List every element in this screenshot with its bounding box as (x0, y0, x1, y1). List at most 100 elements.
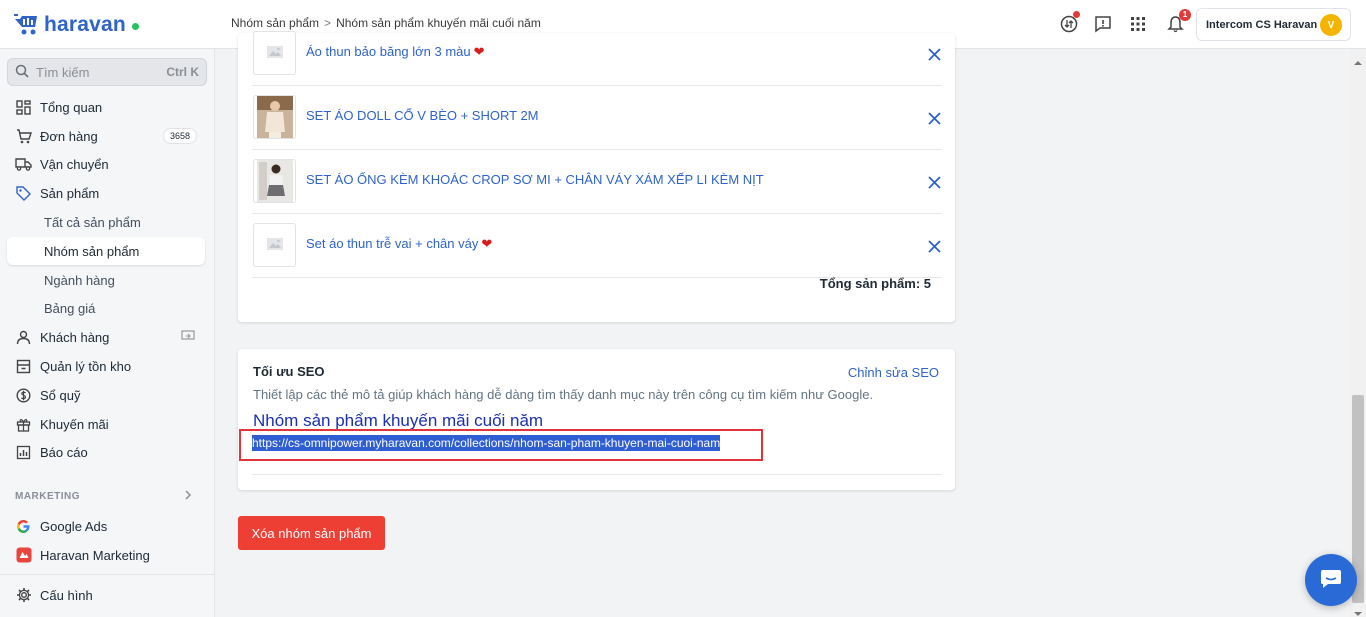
sidebar-item-label: Khách hàng (40, 329, 110, 345)
sidebar-item-all-products[interactable]: Tất cả sản phẩm (7, 208, 205, 236)
sidebar-item-label: Google Ads (40, 518, 108, 534)
logo-text: haravan (44, 13, 126, 36)
remove-product-icon[interactable] (926, 174, 942, 190)
scroll-down-icon[interactable] (1354, 604, 1362, 617)
sidebar-item-label: Ngành hàng (44, 272, 115, 288)
sidebar-divider (0, 574, 215, 575)
seo-divider (252, 474, 942, 475)
haravan-logo-icon (13, 13, 41, 37)
product-thumbnail (253, 223, 296, 267)
inventory-icon (15, 358, 32, 375)
sidebar-item-products[interactable]: Sản phẩm (7, 179, 205, 207)
chevron-right-icon[interactable] (184, 489, 192, 504)
product-name-link[interactable]: Áo thun bảo băng lớn 3 màu ❤ (306, 44, 485, 60)
cashbook-icon (15, 387, 32, 404)
sidebar-item-label: Đơn hàng (40, 128, 98, 144)
dashboard-icon (15, 99, 32, 116)
sidebar-item-label: Bảng giá (44, 300, 96, 316)
customer-extension-icon[interactable] (181, 330, 195, 345)
seo-preview-url[interactable]: https://cs-omnipower.myharavan.com/colle… (252, 435, 721, 451)
seo-preview-title: Nhóm sản phẩm khuyến mãi cuối năm (253, 411, 544, 430)
sidebar-item-settings[interactable]: Cấu hình (7, 581, 205, 609)
sidebar-item-label: Báo cáo (40, 444, 88, 460)
heart-emoji: ❤ (473, 44, 485, 59)
table-row[interactable]: SET ÁO ỐNG KÈM KHOÁC CROP SƠ MI + CHÂN V… (252, 150, 942, 214)
product-thumbnail (253, 95, 296, 139)
online-status-dot (131, 23, 139, 30)
seo-section-title: Tối ưu SEO (253, 364, 325, 379)
remove-product-icon[interactable] (926, 46, 942, 62)
delete-group-button[interactable]: Xóa nhóm sản phẩm (238, 516, 385, 550)
product-photo (256, 96, 293, 138)
table-row[interactable]: Set áo thun trễ vai + chân váy ❤ (252, 214, 942, 278)
sidebar-item-label: Khuyến mãi (40, 416, 109, 432)
search-icon (15, 64, 29, 81)
sidebar-item-label: Sổ quỹ (40, 387, 81, 403)
search-input[interactable]: Tìm kiếm Ctrl K (7, 58, 207, 86)
scroll-up-icon[interactable] (1354, 53, 1362, 69)
sidebar-item-label: Quản lý tồn kho (40, 358, 132, 374)
avatar: V (1320, 14, 1342, 36)
account-name: Intercom CS Haravan (1206, 18, 1318, 31)
bell-icon[interactable]: 1 (1164, 9, 1191, 35)
remove-product-icon[interactable] (926, 238, 942, 254)
sidebar-item-promotions[interactable]: Khuyến mãi (7, 410, 205, 438)
edit-seo-link[interactable]: Chỉnh sửa SEO (848, 365, 939, 380)
seo-description: Thiết lập các thẻ mô tả giúp khách hàng … (253, 387, 874, 402)
gift-icon (15, 416, 32, 433)
product-name-text: Áo thun bảo băng lớn 3 màu (306, 44, 471, 59)
sidebar: Tìm kiếm Ctrl K Tổng quan Đơn hàng 3658 … (0, 49, 215, 617)
orders-count-badge: 3658 (162, 128, 197, 144)
gear-icon (15, 587, 32, 604)
product-name-link[interactable]: SET ÁO ỐNG KÈM KHOÁC CROP SƠ MI + CHÂN V… (306, 172, 764, 187)
sidebar-item-google-ads[interactable]: Google Ads (7, 512, 205, 540)
notification-count-badge: 1 (1179, 9, 1191, 21)
sidebar-item-label: Nhóm sản phẩm (44, 243, 140, 259)
sidebar-item-overview[interactable]: Tổng quan (7, 93, 205, 121)
sidebar-item-cashbook[interactable]: Sổ quỹ (7, 381, 205, 409)
sidebar-item-customers[interactable]: Khách hàng (7, 323, 205, 351)
total-products: Tổng sản phẩm: 5 (819, 276, 931, 291)
sidebar-item-reports[interactable]: Báo cáo (7, 438, 205, 466)
product-thumbnail (253, 31, 296, 75)
sidebar-item-categories[interactable]: Ngành hàng (7, 266, 205, 294)
image-placeholder-icon (266, 45, 284, 62)
product-name-text: Set áo thun trễ vai + chân váy (306, 236, 479, 251)
sidebar-item-price-list[interactable]: Bảng giá (7, 294, 205, 322)
cart-icon (15, 128, 32, 145)
product-name-link[interactable]: SET ÁO DOLL CỔ V BÈO + SHORT 2M (306, 108, 539, 123)
chat-launcher-button[interactable] (1305, 554, 1357, 606)
sidebar-item-label: Tổng quan (40, 99, 103, 115)
sidebar-item-product-groups[interactable]: Nhóm sản phẩm (7, 237, 205, 265)
apps-grid-icon[interactable] (1127, 13, 1149, 35)
message-icon[interactable] (1092, 13, 1114, 35)
sidebar-item-orders[interactable]: Đơn hàng 3658 (7, 122, 205, 150)
sidebar-item-label: Cấu hình (40, 587, 93, 603)
table-row[interactable]: SET ÁO DOLL CỔ V BÈO + SHORT 2M (252, 86, 942, 150)
truck-icon (15, 156, 32, 173)
haravan-logo[interactable]: haravan (13, 12, 139, 38)
sidebar-item-label: Tất cả sản phẩm (44, 214, 141, 230)
product-name-link[interactable]: Set áo thun trễ vai + chân váy ❤ (306, 236, 492, 252)
sidebar-item-inventory[interactable]: Quản lý tồn kho (7, 352, 205, 380)
remove-product-icon[interactable] (926, 110, 942, 126)
report-icon (15, 444, 32, 461)
image-placeholder-icon (266, 237, 284, 254)
sidebar-item-label: Vận chuyển (40, 156, 109, 172)
google-icon (15, 518, 32, 535)
sidebar-item-label: Haravan Marketing (40, 547, 150, 563)
haravan-marketing-icon (15, 547, 32, 564)
sidebar-item-shipping[interactable]: Vận chuyển (7, 150, 205, 178)
marketing-section-label: MARKETING (15, 491, 81, 502)
transfer-icon[interactable] (1058, 11, 1080, 35)
products-card: Áo thun bảo băng lớn 3 màu ❤ SET ÁO DOLL … (238, 31, 955, 322)
transfer-alert-dot (1073, 11, 1080, 18)
sidebar-item-label: Sản phẩm (40, 185, 100, 201)
account-menu[interactable]: Intercom CS Haravan V (1196, 8, 1351, 41)
customer-icon (15, 329, 32, 346)
heart-emoji: ❤ (481, 236, 493, 251)
table-row[interactable]: Áo thun bảo băng lớn 3 màu ❤ (252, 22, 942, 86)
tag-icon (15, 185, 32, 202)
sidebar-item-haravan-marketing[interactable]: Haravan Marketing (7, 541, 205, 569)
search-placeholder: Tìm kiếm (36, 64, 90, 80)
